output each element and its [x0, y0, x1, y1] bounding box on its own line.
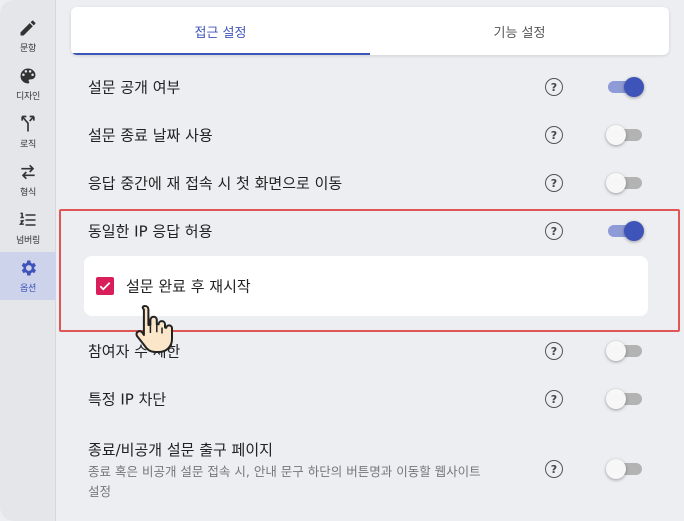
setting-label: 응답 중간에 재 접속 시 첫 화면으로 이동 [88, 174, 343, 193]
setting-label: 설문 종료 날짜 사용 [88, 126, 213, 145]
setting-label: 동일한 IP 응답 허용 [88, 222, 213, 241]
help-icon[interactable]: ? [545, 342, 563, 360]
numbered-list-icon [19, 212, 36, 226]
tab-access-settings[interactable]: 접근 설정 [71, 7, 370, 55]
setting-label: 특정 IP 차단 [88, 390, 167, 409]
help-icon[interactable]: ? [545, 126, 563, 144]
sidebar-item-label: 로직 [20, 140, 36, 150]
setting-row: 설문 종료 날짜 사용 ? [88, 111, 648, 159]
toggle-switch[interactable] [606, 220, 644, 242]
active-tab-indicator [71, 53, 370, 55]
gear-icon [21, 260, 36, 276]
check-icon [99, 282, 111, 291]
sub-option-label: 설문 완료 후 재시작 [126, 277, 251, 296]
setting-label: 종료/비공개 설문 출구 페이지 [88, 441, 273, 459]
toggle-switch[interactable] [606, 124, 644, 146]
setting-row: 특정 IP 차단 ? [88, 375, 648, 423]
sidebar-item-question[interactable]: 문항 [0, 12, 56, 60]
help-icon[interactable]: ? [545, 78, 563, 96]
sidebar-item-numbering[interactable]: 넘버링 [0, 204, 56, 252]
toggle-switch[interactable] [606, 340, 644, 362]
help-icon[interactable]: ? [545, 222, 563, 240]
help-icon[interactable]: ? [545, 460, 563, 478]
sidebar-item-label: 디자인 [16, 92, 40, 102]
toggle-switch[interactable] [606, 458, 644, 480]
setting-row: 설문 공개 여부 ? [88, 63, 648, 111]
restart-checkbox[interactable] [96, 277, 114, 295]
sidebar-item-options[interactable]: 옵션 [0, 252, 56, 300]
help-icon[interactable]: ? [545, 174, 563, 192]
sidebar-item-label: 형식 [20, 188, 36, 198]
tab-feature-settings[interactable]: 기능 설정 [370, 7, 669, 55]
help-icon[interactable]: ? [545, 390, 563, 408]
pencil-icon [20, 20, 36, 36]
setting-row: 동일한 IP 응답 허용 ? [88, 207, 648, 255]
setting-label: 설문 공개 여부 [88, 78, 181, 97]
toggle-switch[interactable] [606, 388, 644, 410]
options-panel: 문항 디자인 로직 형식 넘버링 옵션 접근 설정 기능 설정 설문 공개 여부 [0, 0, 684, 521]
toggle-switch[interactable] [606, 172, 644, 194]
sidebar-item-format[interactable]: 형식 [0, 156, 56, 204]
merge-arrow-icon [21, 115, 35, 132]
sidebar-item-label: 옵션 [20, 284, 36, 294]
setting-description: 종료 혹은 비공개 설문 접속 시, 안내 문구 하단의 버튼명과 이동할 웹사… [88, 464, 481, 499]
sidebar: 문항 디자인 로직 형식 넘버링 옵션 [0, 0, 56, 521]
hand-pointer-cursor-icon [135, 305, 173, 353]
toggle-switch[interactable] [606, 76, 644, 98]
setting-row: 종료/비공개 설문 출구 페이지 종료 혹은 비공개 설문 접속 시, 안내 문… [88, 436, 648, 502]
sidebar-item-design[interactable]: 디자인 [0, 60, 56, 108]
sidebar-item-label: 문항 [20, 44, 36, 54]
setting-row: 응답 중간에 재 접속 시 첫 화면으로 이동 ? [88, 159, 648, 207]
sidebar-item-logic[interactable]: 로직 [0, 108, 56, 156]
swap-arrows-icon [21, 164, 35, 180]
sidebar-item-label: 넘버링 [16, 236, 40, 246]
settings-tabs: 접근 설정 기능 설정 [71, 7, 669, 55]
palette-icon [20, 68, 36, 84]
